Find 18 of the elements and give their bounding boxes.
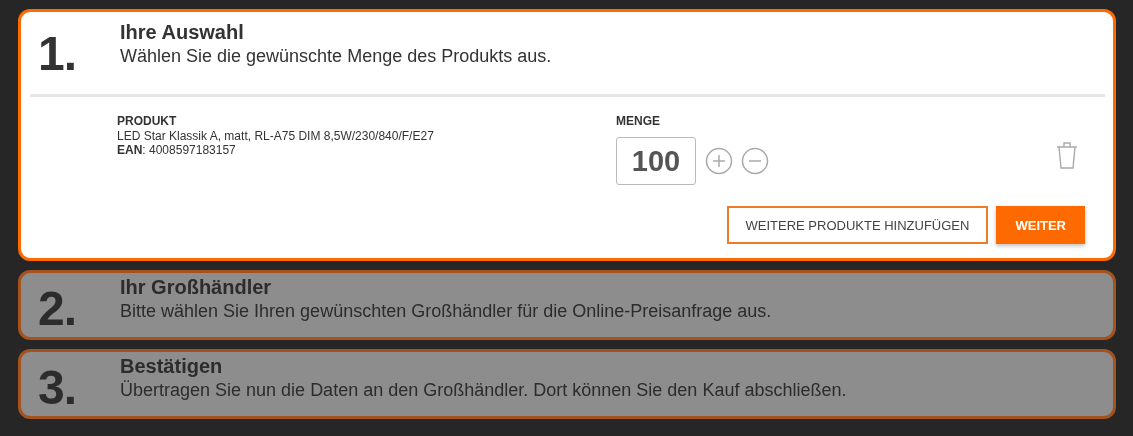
step-title: Ihr Großhändler [120, 275, 273, 299]
step-description: Übertragen Sie nun die Daten an den Großhändler. Dort können Sie den Kauf abschließen. [120, 379, 847, 402]
column-label: MENGE [616, 114, 661, 129]
minus-icon[interactable] [741, 147, 769, 175]
add-products-button[interactable]: WEITERE PRODUKTE HINZUFÜGEN [726, 206, 989, 244]
plus-icon[interactable] [705, 147, 733, 175]
ean-text: EAN: 4008597183157 [117, 143, 237, 157]
step-title: Bestätigen [120, 354, 224, 378]
product-name: LED Star Klassik A, matt, RL-A75 DIM 8,5W/230/840/F/E27 [117, 129, 435, 143]
step-number: 2. [38, 281, 78, 333]
step-description: Wählen Sie die gewünschte Menge des Produkts aus. [120, 45, 552, 68]
step-description: Bitte wählen Sie Ihren gewünschten Großhändler für die Online-Preisanfrage aus. [120, 300, 772, 323]
trash-icon[interactable] [1056, 141, 1078, 169]
quantity-field[interactable]: 100 [616, 137, 696, 185]
step-number: 1. [38, 26, 78, 78]
column-label: PRODUKT [117, 114, 178, 129]
step-number: 3. [38, 360, 78, 412]
step-title: Ihre Auswahl [120, 20, 245, 44]
